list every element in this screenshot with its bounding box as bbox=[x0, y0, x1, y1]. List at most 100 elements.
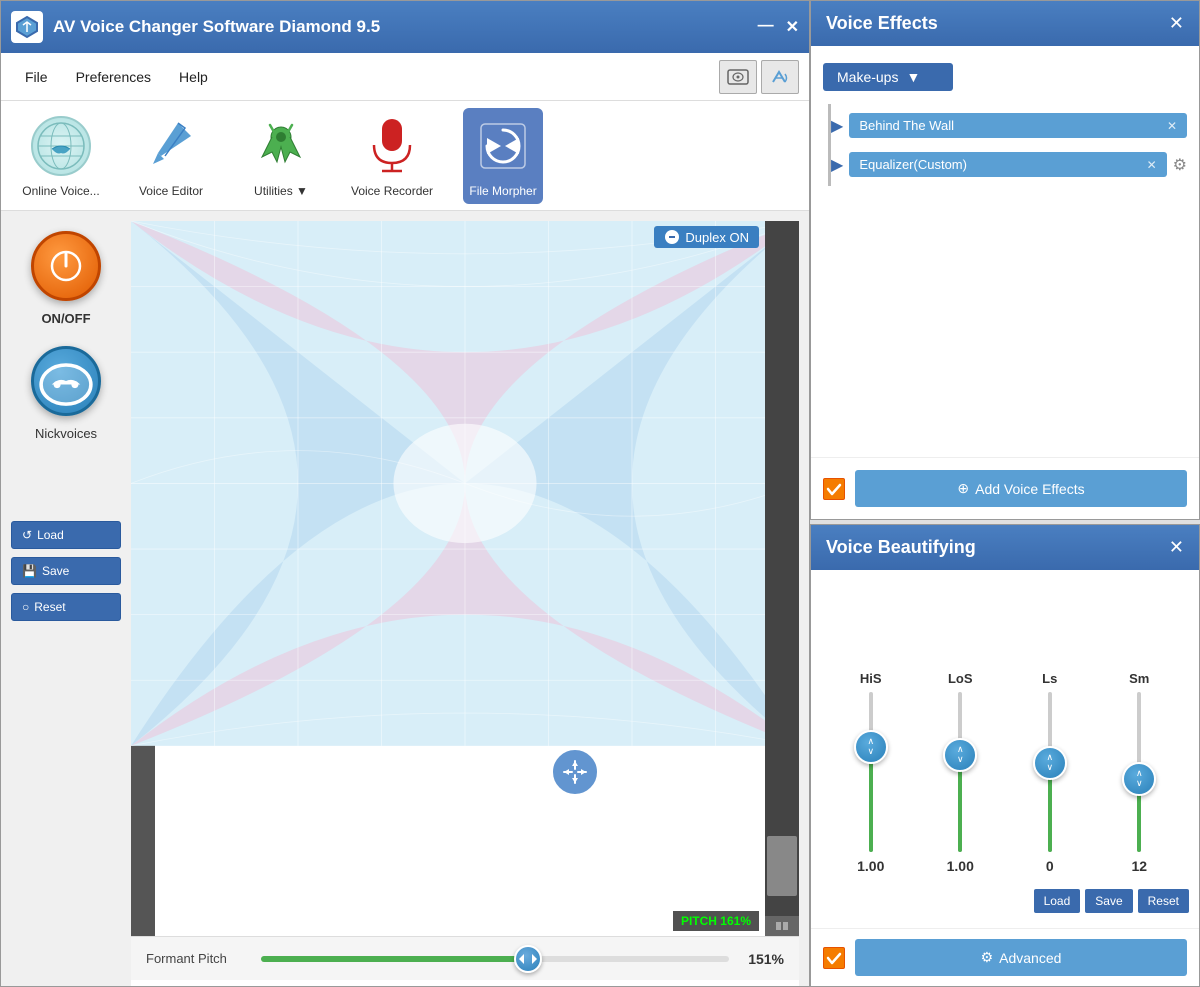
vb-reset-button[interactable]: Reset bbox=[1138, 889, 1189, 913]
effect-item-0: ▶ Behind The Wall ✕ bbox=[831, 109, 1187, 142]
toolbar-icons bbox=[719, 60, 799, 94]
his-value: 1.00 bbox=[857, 858, 884, 874]
toolbar-utilities[interactable]: Utilities ▼ bbox=[241, 114, 321, 198]
los-label: LoS bbox=[948, 671, 973, 686]
toolbar-online-voice[interactable]: Online Voice... bbox=[21, 114, 101, 198]
left-panel: AV Voice Changer Software Diamond 9.5 — … bbox=[0, 0, 810, 987]
sm-label: Sm bbox=[1129, 671, 1149, 686]
vb-save-button[interactable]: Save bbox=[1085, 889, 1132, 913]
voice-recorder-label: Voice Recorder bbox=[351, 184, 433, 198]
toolbar-voice-editor[interactable]: Voice Editor bbox=[131, 114, 211, 198]
icon-btn-1[interactable] bbox=[719, 60, 757, 94]
los-slider[interactable]: ∧∨ bbox=[945, 692, 975, 852]
nickvoices-button[interactable] bbox=[31, 346, 101, 416]
formant-slider-track[interactable] bbox=[261, 956, 729, 962]
save-icon: 💾 bbox=[22, 564, 37, 578]
slider-col-los: LoS ∧∨ 1.00 bbox=[945, 671, 975, 874]
los-value: 1.00 bbox=[947, 858, 974, 874]
his-label: HiS bbox=[860, 671, 882, 686]
reset-button[interactable]: ○ Reset bbox=[11, 593, 121, 621]
advanced-icon: ⚙ bbox=[981, 949, 994, 966]
onoff-label: ON/OFF bbox=[41, 311, 90, 326]
app-title: AV Voice Changer Software Diamond 9.5 bbox=[53, 17, 758, 37]
slider-col-his: HiS ∧∨ 1.00 bbox=[856, 671, 886, 874]
utilities-icon bbox=[249, 114, 313, 178]
title-bar: AV Voice Changer Software Diamond 9.5 — … bbox=[1, 1, 809, 53]
voice-beautifying-content: HiS ∧∨ 1.00 LoS bbox=[811, 570, 1199, 928]
ls-label: Ls bbox=[1042, 671, 1057, 686]
scroll-indicator[interactable] bbox=[765, 916, 799, 936]
morph-area: 72% TIBRE bbox=[131, 221, 799, 986]
effect-close-1[interactable]: ✕ bbox=[1147, 158, 1157, 172]
effect-tag-1: Equalizer(Custom) ✕ bbox=[849, 152, 1166, 177]
slider-col-ls: Ls ∧∨ 0 bbox=[1035, 671, 1065, 874]
dropdown-arrow: ▼ bbox=[906, 69, 920, 85]
online-voice-icon bbox=[29, 114, 93, 178]
close-button[interactable]: ✕ bbox=[786, 17, 799, 37]
menu-help[interactable]: Help bbox=[165, 63, 222, 91]
advanced-button[interactable]: ⚙ Advanced bbox=[855, 939, 1187, 976]
voice-effects-title: Voice Effects bbox=[826, 13, 938, 34]
action-buttons: ↺ Load 💾 Save ○ Reset bbox=[11, 521, 121, 621]
toolbar-row: Online Voice... Voice Editor bbox=[1, 101, 809, 211]
right-panel: Voice Effects ✕ Make-ups ▼ ▶ Behind The … bbox=[810, 0, 1200, 987]
effect-arrow-0: ▶ bbox=[831, 116, 843, 136]
load-icon: ↺ bbox=[22, 528, 32, 542]
voice-editor-icon bbox=[139, 114, 203, 178]
voice-effects-close[interactable]: ✕ bbox=[1169, 13, 1184, 34]
formant-value: 151% bbox=[744, 951, 784, 967]
file-morpher-label: File Morpher bbox=[469, 184, 536, 198]
toolbar-file-morpher[interactable]: File Morpher bbox=[463, 108, 543, 204]
icon-btn-2[interactable] bbox=[761, 60, 799, 94]
crosshair[interactable] bbox=[551, 748, 599, 796]
formant-label: Formant Pitch bbox=[146, 951, 246, 966]
gear-icon-0[interactable]: ⚙ bbox=[1173, 155, 1187, 175]
pitch-badge: PITCH 161% bbox=[673, 911, 759, 931]
voice-effects-panel: Voice Effects ✕ Make-ups ▼ ▶ Behind The … bbox=[810, 0, 1200, 520]
makeups-dropdown[interactable]: Make-ups ▼ bbox=[823, 63, 953, 91]
file-morpher-icon bbox=[471, 114, 535, 178]
duplex-badge[interactable]: Duplex ON bbox=[654, 226, 759, 248]
utilities-label: Utilities ▼ bbox=[254, 184, 308, 198]
vertical-scrollbar[interactable] bbox=[765, 221, 799, 936]
ls-slider[interactable]: ∧∨ bbox=[1035, 692, 1065, 852]
his-slider[interactable]: ∧∨ bbox=[856, 692, 886, 852]
effect-close-0[interactable]: ✕ bbox=[1167, 119, 1177, 133]
voice-beautifying-close[interactable]: ✕ bbox=[1169, 537, 1184, 558]
toolbar-voice-recorder[interactable]: Voice Recorder bbox=[351, 114, 433, 198]
morph-canvas[interactable]: 72% TIBRE bbox=[131, 221, 799, 936]
vb-checkbox[interactable] bbox=[823, 947, 845, 969]
add-voice-effects-button[interactable]: ⊕ Add Voice Effects bbox=[855, 470, 1187, 507]
left-controls: ON/OFF Nickvoices ↺ Load 💾 Save bbox=[1, 211, 131, 986]
vb-load-button[interactable]: Load bbox=[1034, 889, 1081, 913]
ve-checkbox[interactable] bbox=[823, 478, 845, 500]
online-voice-label: Online Voice... bbox=[22, 184, 99, 198]
sliders-row: HiS ∧∨ 1.00 LoS bbox=[821, 585, 1189, 884]
voice-effects-title-bar: Voice Effects ✕ bbox=[811, 1, 1199, 46]
power-button[interactable] bbox=[31, 231, 101, 301]
load-button[interactable]: ↺ Load bbox=[11, 521, 121, 549]
voice-beautifying-footer: ⚙ Advanced bbox=[811, 928, 1199, 986]
duplex-text: Duplex ON bbox=[685, 230, 749, 245]
slider-col-sm: Sm ∧∨ 12 bbox=[1124, 671, 1154, 874]
menu-file[interactable]: File bbox=[11, 63, 62, 91]
sm-slider[interactable]: ∧∨ bbox=[1124, 692, 1154, 852]
menu-bar: File Preferences Help bbox=[1, 53, 809, 101]
add-icon: ⊕ bbox=[957, 480, 969, 497]
reset-icon: ○ bbox=[22, 600, 29, 614]
formant-slider-thumb[interactable] bbox=[514, 945, 542, 973]
voice-effects-content: Make-ups ▼ ▶ Behind The Wall ✕ ▶ Equa bbox=[811, 46, 1199, 457]
effect-arrow-1: ▶ bbox=[831, 155, 843, 175]
effect-item-1: ▶ Equalizer(Custom) ✕ ⚙ bbox=[831, 148, 1187, 181]
menu-preferences[interactable]: Preferences bbox=[62, 63, 165, 91]
formant-row: Formant Pitch 151% bbox=[131, 936, 799, 980]
voice-beautifying-panel: Voice Beautifying ✕ HiS ∧∨ 1 bbox=[810, 524, 1200, 987]
voice-editor-label: Voice Editor bbox=[139, 184, 203, 198]
app-icon bbox=[11, 11, 43, 43]
nickvoices-label: Nickvoices bbox=[35, 426, 97, 441]
voice-effects-footer: ⊕ Add Voice Effects bbox=[811, 457, 1199, 519]
voice-beautifying-title: Voice Beautifying bbox=[826, 537, 976, 558]
minimize-button[interactable]: — bbox=[758, 17, 774, 37]
effect-tag-0: Behind The Wall ✕ bbox=[849, 113, 1187, 138]
save-button[interactable]: 💾 Save bbox=[11, 557, 121, 585]
